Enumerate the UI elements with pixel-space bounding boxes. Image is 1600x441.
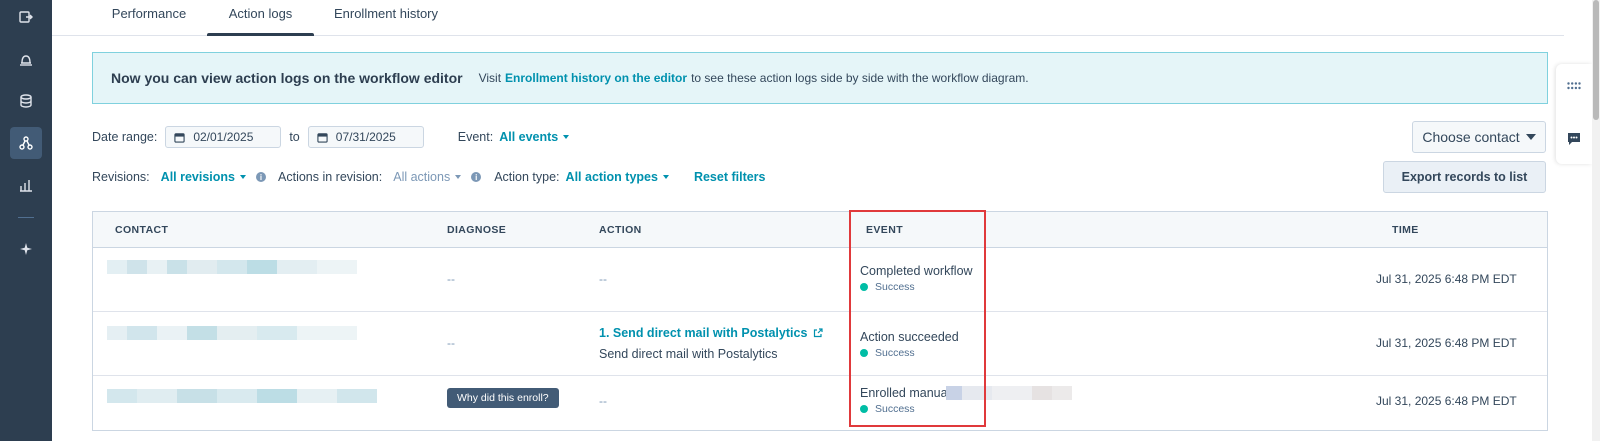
event-cell: Completed workflow Success <box>860 264 973 293</box>
bell-icon[interactable] <box>10 43 42 75</box>
action-link[interactable]: 1. Send direct mail with Postalytics <box>599 326 824 340</box>
redacted-user <box>946 386 1072 400</box>
action-value: -- <box>599 394 607 408</box>
revisions-dropdown[interactable]: All revisions <box>160 170 247 184</box>
info-banner: Now you can view action logs on the work… <box>92 52 1548 104</box>
tab-enrollment-history[interactable]: Enrollment history <box>332 0 440 36</box>
banner-title: Now you can view action logs on the work… <box>111 70 463 86</box>
event-cell: Action succeeded Success <box>860 330 959 359</box>
date-from-input[interactable]: 02/01/2025 <box>165 126 282 148</box>
workflow-icon[interactable] <box>10 127 42 159</box>
redacted-contact <box>107 326 357 340</box>
chevron-down-icon <box>563 135 570 139</box>
action-type-dropdown-value: All action types <box>565 170 658 184</box>
choose-contact-button[interactable]: Choose contact <box>1412 121 1546 153</box>
event-label: Enrolled manually <box>860 386 960 400</box>
banner-text-before: Visit <box>478 71 502 85</box>
chat-icon[interactable] <box>1567 132 1581 146</box>
time-value: Jul 31, 2025 6:48 PM EDT <box>1376 394 1517 408</box>
time-value: Jul 31, 2025 6:48 PM EDT <box>1376 272 1517 286</box>
event-cell: Enrolled manually Success <box>860 386 959 415</box>
choose-contact-label: Choose contact <box>1422 129 1520 145</box>
tab-bar: Performance Action logs Enrollment histo… <box>52 0 1564 36</box>
tab-performance[interactable]: Performance <box>104 0 194 36</box>
action-subtitle: Send direct mail with Postalytics <box>599 347 778 361</box>
apps-grid-icon[interactable] <box>1567 82 1581 90</box>
reports-icon[interactable] <box>10 169 42 201</box>
redacted-contact <box>107 389 377 403</box>
diagnose-cell: Why did this enroll? <box>447 388 559 408</box>
success-dot-icon <box>860 349 868 357</box>
exit-icon[interactable] <box>10 1 42 33</box>
chevron-down-icon <box>662 175 669 179</box>
action-value: -- <box>599 272 607 286</box>
success-dot-icon <box>860 405 868 413</box>
date-filter-row: Date range: 02/01/2025 to 07/31/2025 Eve… <box>92 126 570 148</box>
diagnose-value: -- <box>447 336 455 350</box>
revisions-dropdown-value: All revisions <box>160 170 236 184</box>
date-to-input[interactable]: 07/31/2025 <box>307 126 424 148</box>
event-label: Event: <box>457 130 494 144</box>
status-badge: Success <box>860 403 959 415</box>
info-icon[interactable]: i <box>471 172 482 182</box>
external-link-icon <box>814 328 824 338</box>
status-badge: Success <box>860 347 959 359</box>
date-range-label: Date range: <box>92 130 158 144</box>
export-records-button[interactable]: Export records to list <box>1383 161 1546 193</box>
info-icon[interactable]: i <box>256 172 267 182</box>
time-value: Jul 31, 2025 6:48 PM EDT <box>1376 336 1517 350</box>
right-utility-panel <box>1556 64 1592 164</box>
banner-link[interactable]: Enrollment history on the editor <box>505 71 687 85</box>
actions-dropdown[interactable]: All actions <box>393 170 462 184</box>
redacted-contact <box>107 260 357 274</box>
nav-divider <box>18 217 34 218</box>
table-row[interactable]: -- 1. Send direct mail with Postalytics … <box>93 312 1547 376</box>
scrollbar-thumb[interactable] <box>1593 0 1599 120</box>
to-label: to <box>289 130 300 144</box>
actions-dropdown-value: All actions <box>393 170 451 184</box>
why-did-this-enroll-button[interactable]: Why did this enroll? <box>447 388 559 408</box>
sparkle-icon[interactable] <box>10 233 42 265</box>
event-dropdown-value: All events <box>499 130 559 144</box>
left-nav-rail <box>0 0 52 441</box>
event-label: Action succeeded <box>860 330 959 344</box>
status-badge: Success <box>860 281 973 293</box>
reset-filters-link[interactable]: Reset filters <box>694 170 766 184</box>
calendar-icon <box>174 132 185 143</box>
col-diagnose[interactable]: DIAGNOSE <box>447 212 506 248</box>
col-action[interactable]: ACTION <box>599 212 642 248</box>
revision-filter-row: Revisions: All revisions i Actions in re… <box>92 166 766 188</box>
date-to-value: 07/31/2025 <box>335 130 396 144</box>
col-event[interactable]: EVENT <box>866 212 903 248</box>
chevron-down-icon <box>455 175 462 179</box>
chevron-down-icon <box>1525 134 1536 140</box>
event-label: Completed workflow <box>860 264 973 278</box>
action-logs-table: CONTACT DIAGNOSE ACTION EVENT TIME -- --… <box>92 211 1548 431</box>
chevron-down-icon <box>240 175 247 179</box>
action-type-label: Action type: <box>494 170 560 184</box>
col-time[interactable]: TIME <box>1392 212 1419 248</box>
calendar-icon <box>317 132 328 143</box>
actions-label: Actions in revision: <box>278 170 383 184</box>
table-row[interactable]: -- -- Completed workflow Success Jul 31,… <box>93 248 1547 312</box>
table-header: CONTACT DIAGNOSE ACTION EVENT TIME <box>93 212 1547 248</box>
event-dropdown[interactable]: All events <box>499 130 570 144</box>
date-from-value: 02/01/2025 <box>193 130 254 144</box>
revisions-label: Revisions: <box>92 170 150 184</box>
status-text: Success <box>875 281 915 293</box>
tab-action-logs[interactable]: Action logs <box>207 0 314 36</box>
success-dot-icon <box>860 283 868 291</box>
status-text: Success <box>875 403 915 415</box>
action-cell: 1. Send direct mail with Postalytics Sen… <box>599 326 824 361</box>
diagnose-value: -- <box>447 272 455 286</box>
col-contact[interactable]: CONTACT <box>115 212 168 248</box>
page-scrollbar[interactable] <box>1592 0 1600 441</box>
banner-text-after: to see these action logs side by side wi… <box>691 71 1029 85</box>
action-link-label: 1. Send direct mail with Postalytics <box>599 326 808 340</box>
action-type-dropdown[interactable]: All action types <box>566 170 669 184</box>
status-text: Success <box>875 347 915 359</box>
database-icon[interactable] <box>10 85 42 117</box>
table-row[interactable]: Why did this enroll? -- Enrolled manuall… <box>93 376 1547 432</box>
